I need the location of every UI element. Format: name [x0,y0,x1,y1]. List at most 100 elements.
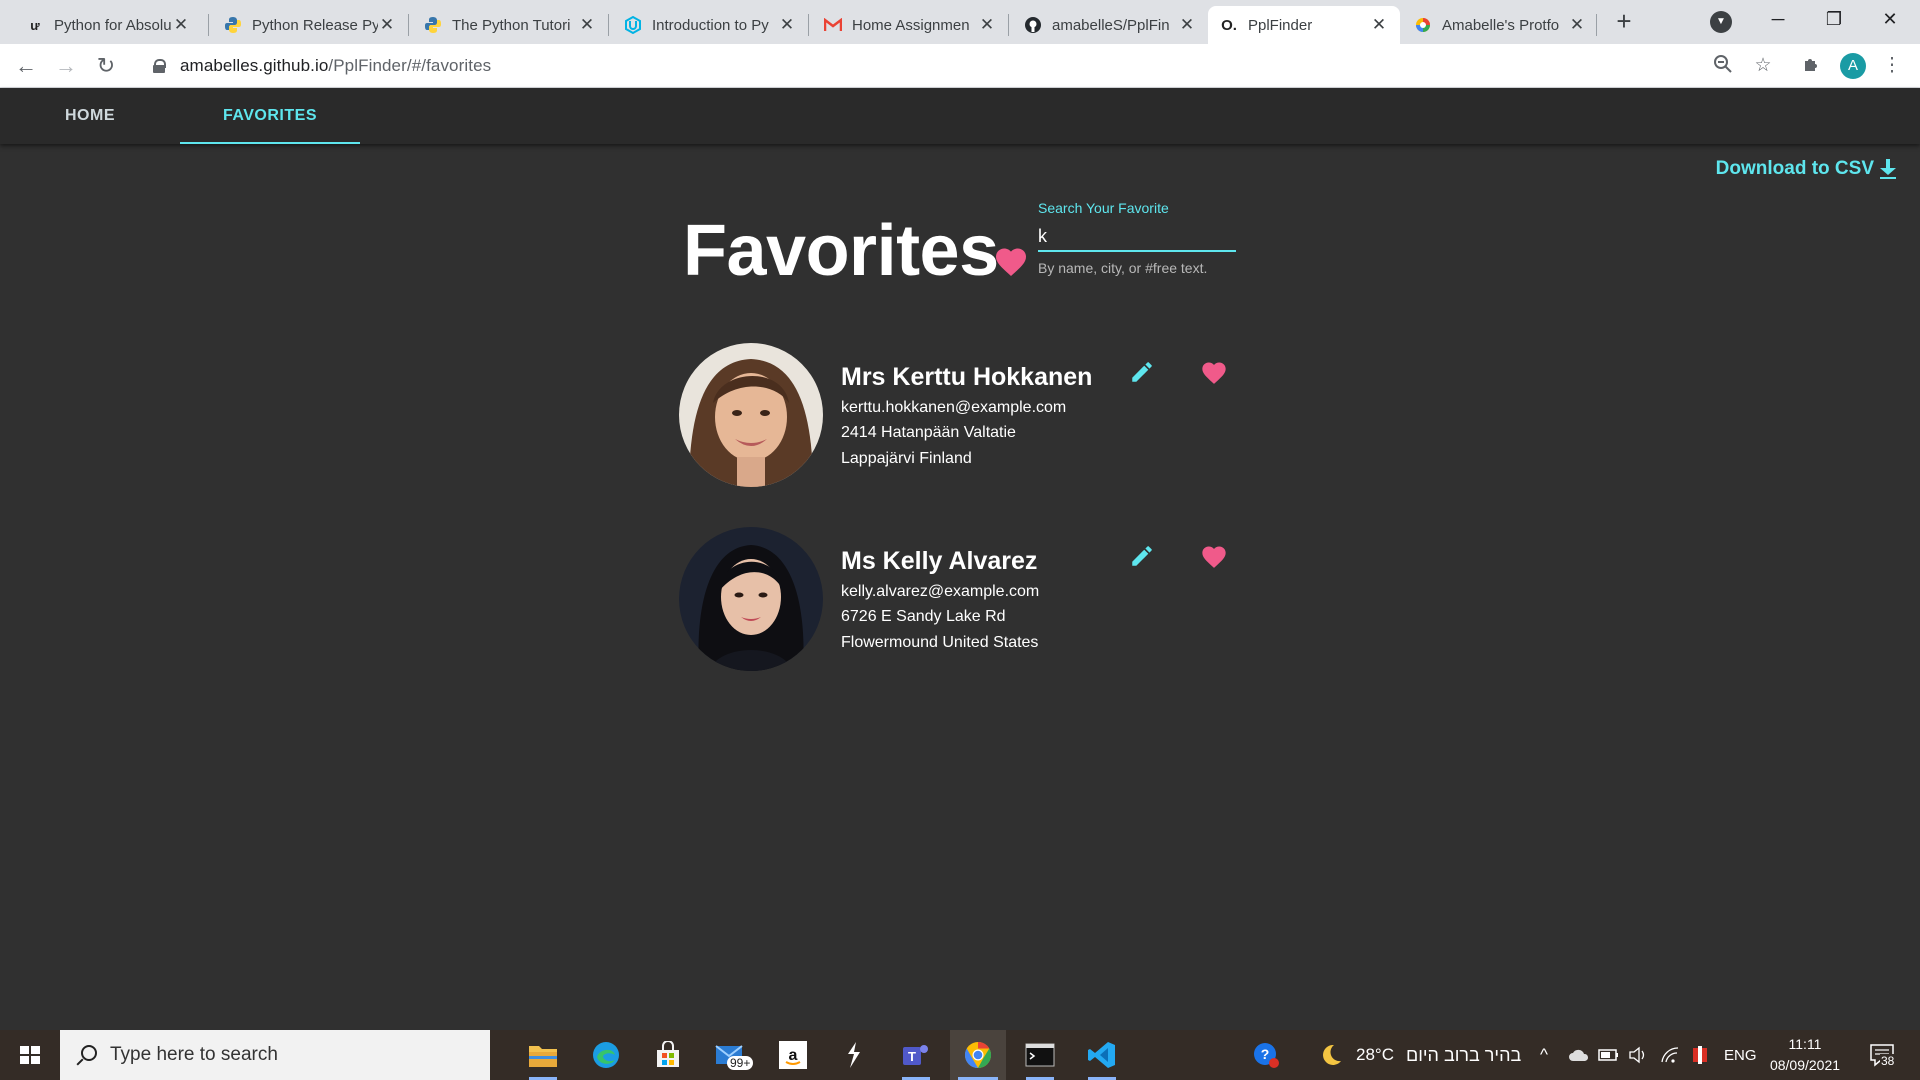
windows-logo-icon [20,1046,40,1064]
weather-temp[interactable]: 28°C [1356,1030,1394,1080]
profile-avatar[interactable]: A [1840,53,1866,79]
tab-separator [608,14,609,36]
tab-separator [408,14,409,36]
download-csv-label: Download to CSV [1715,158,1874,179]
person-name: Ms Kelly Alvarez [841,547,1038,575]
start-button[interactable] [0,1030,60,1080]
wifi-icon[interactable] [1660,1030,1680,1080]
tab-label: Amabelle's Protfo [1442,16,1560,34]
weather-text[interactable]: בהיר ברוב היום [1406,1030,1521,1080]
svg-text:?: ? [1261,1046,1270,1062]
close-icon[interactable]: ✕ [1178,15,1196,35]
clock-date: 08/09/2021 [1769,1057,1841,1073]
volume-icon[interactable] [1628,1030,1648,1080]
heart-icon [996,248,1026,277]
tab-label: Home Assignmen [852,16,970,34]
edit-pencil-icon[interactable] [1129,359,1155,385]
show-hidden-icons-chevron-icon[interactable]: ^ [1540,1030,1548,1080]
app-bolt-icon[interactable] [826,1030,882,1080]
back-button[interactable]: ← [12,52,40,80]
forward-button[interactable]: → [52,52,80,80]
close-icon[interactable]: ✕ [378,15,396,35]
browser-tab[interactable]: Home Assignmen ✕ [812,6,1008,44]
zoom-icon[interactable] [1711,54,1735,78]
tab-separator [1596,14,1597,36]
notifications-count: 38 [1880,1054,1896,1068]
favorite-heart-icon[interactable] [1200,359,1228,387]
python-icon [424,16,442,34]
svg-text:T: T [908,1049,916,1064]
browser-tab[interactable]: ư Python for Absolu ✕ [14,6,202,44]
terminal-icon[interactable] [1012,1030,1068,1080]
browser-tab[interactable]: The Python Tutori ✕ [412,6,608,44]
close-icon[interactable]: ✕ [172,15,190,35]
search-input[interactable] [1038,222,1236,252]
taskbar-clock[interactable]: 11:11 08/09/2021 [1750,1034,1860,1076]
browser-tab[interactable]: Introduction to Py ✕ [612,6,808,44]
windows-taskbar: Type here to search 99+ a T ? 28°C בהיר … [0,1030,1920,1080]
tab-favorites[interactable]: FAVORITES [180,88,360,144]
browser-tab[interactable]: Amabelle's Protfo ✕ [1402,6,1598,44]
minimize-button[interactable]: ─ [1748,0,1808,40]
tab-label: The Python Tutori [452,16,571,34]
tab-label: Python Release Py [252,16,378,34]
menu-kebab-icon[interactable]: ⋮ [1880,54,1904,78]
address-bar-row: ← → ↻ amabelles.github.io/PplFinder/#/fa… [0,44,1920,88]
tab-label: Introduction to Py [652,16,769,34]
person-location: Flowermound United States [841,634,1039,651]
download-csv-link[interactable]: Download to CSV [1716,158,1896,180]
tab-separator [1008,14,1009,36]
clock-time: 11:11 [1788,1036,1822,1052]
browser-tab-active[interactable]: O. PplFinder ✕ [1208,6,1400,44]
reload-button[interactable]: ↻ [92,52,120,80]
tab-search-button[interactable]: ▼ [1710,11,1732,33]
edge-browser-icon[interactable] [578,1030,634,1080]
microsoft-store-icon[interactable] [640,1030,696,1080]
tab-label: amabelleS/PplFin [1052,16,1170,34]
extensions-icon[interactable] [1800,54,1824,78]
weather-moon-icon[interactable] [1318,1030,1344,1080]
favorite-heart-icon[interactable] [1200,543,1228,571]
close-icon[interactable]: ✕ [578,15,596,35]
close-window-button[interactable]: ✕ [1860,0,1920,40]
person-email: kerttu.hokkanen@example.com [841,399,1067,416]
person-card: Ms Kelly Alvarez kelly.alvarez@example.c… [679,527,1239,673]
close-icon[interactable]: ✕ [978,15,996,35]
url-bar[interactable]: amabelles.github.io/PplFinder/#/favorite… [140,50,1770,82]
person-location: Lappajärvi Finland [841,450,972,467]
url-text[interactable]: amabelles.github.io/PplFinder/#/favorite… [180,56,491,76]
cloud-sync-icon[interactable] [1568,1030,1590,1080]
mail-badge: 99+ [727,1056,754,1070]
vscode-icon[interactable] [1074,1030,1130,1080]
gmail-icon [824,16,842,34]
close-icon[interactable]: ✕ [1568,15,1586,35]
app-icon: O. [1221,16,1237,34]
tab-home[interactable]: HOME [0,88,180,144]
taskbar-search-box[interactable]: Type here to search [60,1030,490,1080]
favorite-search: Search Your Favorite By name, city, or #… [1038,200,1236,276]
restore-button[interactable]: ❐ [1804,0,1864,40]
help-icon[interactable]: ? [1252,1030,1280,1080]
app-tray-icon[interactable] [1690,1030,1710,1080]
person-name: Mrs Kerttu Hokkanen [841,363,1093,391]
edit-pencil-icon[interactable] [1129,543,1155,569]
svg-text:a: a [789,1047,798,1064]
search-icon [74,1043,98,1067]
close-icon[interactable]: ✕ [778,15,796,35]
chrome-icon[interactable] [950,1030,1006,1080]
tab-separator [808,14,809,36]
browser-tab[interactable]: amabelleS/PplFin ✕ [1012,6,1208,44]
new-tab-button[interactable]: + [1610,8,1638,36]
close-icon[interactable]: ✕ [1370,15,1388,35]
file-explorer-icon[interactable] [515,1030,571,1080]
app-navbar: HOME FAVORITES [0,88,1920,144]
page-title: Favorites [683,211,999,291]
lock-icon[interactable] [152,59,166,73]
teams-icon[interactable]: T [888,1030,944,1080]
amazon-icon[interactable]: a [765,1030,821,1080]
mail-icon[interactable]: 99+ [703,1030,759,1080]
battery-icon[interactable] [1598,1030,1620,1080]
search-hint: By name, city, or #free text. [1038,260,1208,276]
browser-tab[interactable]: Python Release Py ✕ [212,6,408,44]
bookmark-star-icon[interactable]: ☆ [1751,54,1775,78]
